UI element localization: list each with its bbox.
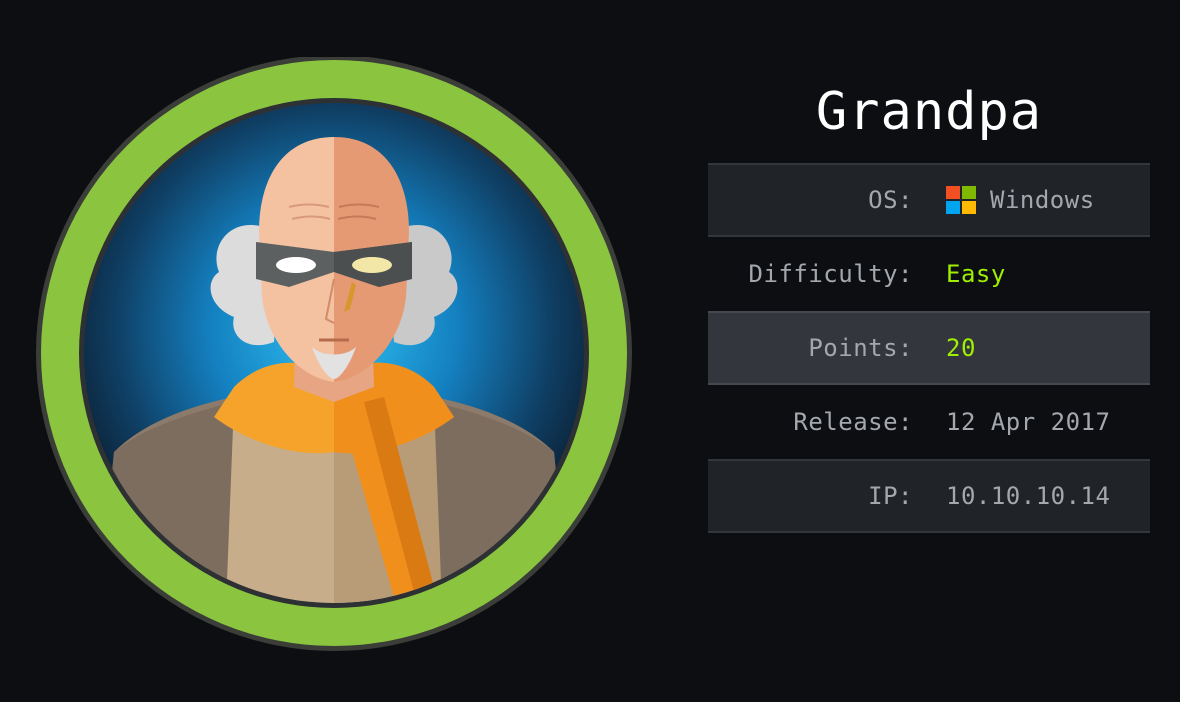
difficulty-value: Easy bbox=[946, 260, 1006, 288]
release-label: Release: bbox=[793, 408, 913, 436]
difficulty-row: Difficulty: Easy bbox=[708, 237, 1150, 311]
points-row: Points: 20 bbox=[708, 311, 1150, 385]
windows-logo-icon bbox=[946, 186, 976, 214]
points-value: 20 bbox=[946, 334, 976, 362]
points-label: Points: bbox=[808, 334, 913, 362]
os-label: OS: bbox=[868, 186, 913, 214]
difficulty-label: Difficulty: bbox=[748, 260, 913, 288]
os-row: OS: Windows bbox=[708, 163, 1150, 237]
ip-value: 10.10.10.14 bbox=[946, 482, 1111, 510]
os-value: Windows bbox=[946, 186, 1095, 214]
machine-title: Grandpa bbox=[815, 82, 1043, 142]
machine-card: Grandpa OS: Windows Difficulty: Easy Poi… bbox=[0, 0, 1180, 702]
ip-label: IP: bbox=[868, 482, 913, 510]
release-value: 12 Apr 2017 bbox=[946, 408, 1111, 436]
machine-info-table: OS: Windows Difficulty: Easy Points: 20 … bbox=[708, 163, 1150, 533]
ip-row: IP: 10.10.10.14 bbox=[708, 459, 1150, 533]
release-row: Release: 12 Apr 2017 bbox=[708, 385, 1150, 459]
grandpa-avatar-icon bbox=[34, 57, 634, 657]
os-name: Windows bbox=[990, 186, 1095, 214]
